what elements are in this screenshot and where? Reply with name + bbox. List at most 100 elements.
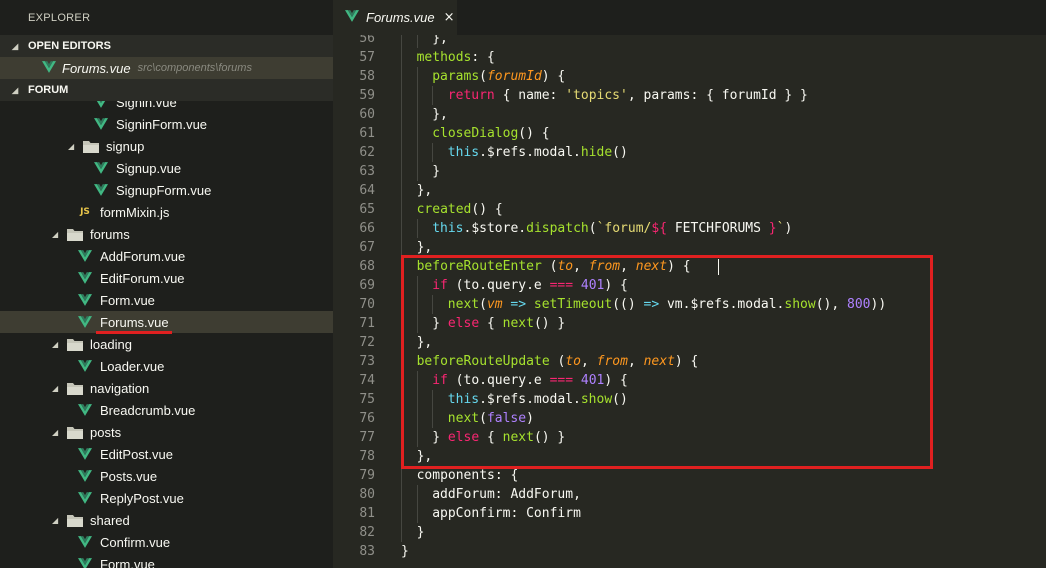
code-line[interactable]: 80 addForum: AddForum, — [333, 485, 1046, 504]
close-icon[interactable]: × — [444, 10, 455, 25]
file-item[interactable]: Loader.vue — [0, 355, 333, 377]
tree-item-label: SigninForm.vue — [116, 116, 208, 132]
file-item[interactable]: EditPost.vue — [0, 443, 333, 465]
file-item[interactable]: Forums.vue — [0, 311, 333, 333]
line-number: 79 — [359, 468, 375, 483]
folder-item[interactable]: ◢ shared — [0, 509, 333, 531]
line-number: 67 — [359, 240, 375, 255]
file-tree: Signin.vue SigninForm.vue ◢ signup Signup.vu… — [0, 101, 333, 568]
file-item[interactable]: AddForum.vue — [0, 245, 333, 267]
tree-item-label: Form.vue — [100, 556, 155, 568]
code-token: }, — [416, 240, 433, 255]
file-item[interactable]: JS formMixin.js — [0, 201, 333, 223]
code-line[interactable]: 61 closeDialog() { — [333, 124, 1046, 143]
code-token: dispatch — [526, 221, 589, 236]
line-number: 74 — [359, 373, 375, 388]
collapse-arrow-icon: ◢ — [12, 85, 19, 95]
indent-guide — [416, 67, 418, 86]
indent-guide — [401, 200, 402, 219]
code-text: params(forumId) { — [432, 67, 565, 86]
file-item[interactable]: Breadcrumb.vue — [0, 399, 333, 421]
line-number: 77 — [359, 430, 375, 445]
code-line[interactable]: 59 return { name: 'topics', params: { for… — [333, 86, 1046, 105]
folder-item[interactable]: ◢ signup — [0, 135, 333, 157]
code-line[interactable]: 63} — [333, 162, 1046, 181]
folder-item[interactable]: ◢ forums — [0, 223, 333, 245]
code-line[interactable]: 65 created() { — [333, 200, 1046, 219]
code-text: return { name: 'topics', params: { forum… — [448, 86, 808, 105]
folder-item[interactable]: ◢ posts — [0, 421, 333, 443]
code-line[interactable]: 56}, — [333, 35, 1046, 48]
tree-item-label: Loader.vue — [100, 358, 165, 374]
code-line[interactable]: 58 params(forumId) { — [333, 67, 1046, 86]
file-item[interactable]: Form.vue — [0, 553, 333, 568]
code-line[interactable]: 81 appConfirm: Confirm — [333, 504, 1046, 523]
explorer-sidebar: EXPLORER ◢ OPEN EDITORS Forums.vue src\c… — [0, 0, 333, 568]
folder-icon — [64, 421, 86, 443]
code-token: ) — [784, 221, 793, 236]
code-token: components: { — [416, 468, 519, 483]
folder-item[interactable]: ◢ loading — [0, 333, 333, 355]
code-token: , params: { forumId } } — [627, 88, 808, 103]
tab-forums-vue[interactable]: Forums.vue × — [333, 0, 457, 35]
collapse-arrow-icon: ◢ — [12, 41, 19, 51]
file-item[interactable]: Posts.vue — [0, 465, 333, 487]
line-number: 76 — [359, 411, 375, 426]
file-item[interactable]: Signup.vue — [0, 157, 333, 179]
file-item[interactable]: ReplyPost.vue — [0, 487, 333, 509]
folder-header-forum[interactable]: ◢ FORUM — [0, 79, 333, 101]
code-line[interactable]: 82} — [333, 523, 1046, 542]
tree-item-label: signup — [106, 138, 145, 154]
code-token: closeDialog — [432, 126, 519, 141]
collapse-arrow-icon: ◢ — [52, 515, 59, 525]
js-icon: JS — [80, 207, 90, 217]
code-line[interactable]: 60}, — [333, 105, 1046, 124]
code-token: this — [432, 221, 464, 236]
vue-icon — [74, 267, 96, 289]
file-item[interactable]: EditForum.vue — [0, 267, 333, 289]
folder-icon — [64, 509, 86, 531]
indent-guide — [401, 162, 402, 181]
folder-label: FORUM — [28, 84, 69, 96]
code-token: hide — [580, 145, 613, 160]
code-editor[interactable]: 56}, 57 methods: {58 params(forumId) {59 ret… — [333, 35, 1046, 568]
line-number: 59 — [359, 88, 375, 103]
file-item[interactable]: Form.vue — [0, 289, 333, 311]
line-number: 56 — [359, 35, 375, 46]
code-token: .$refs.modal. — [479, 145, 581, 160]
folder-item[interactable]: ◢ navigation — [0, 377, 333, 399]
file-item[interactable]: Signin.vue — [0, 101, 333, 113]
vue-icon — [74, 487, 96, 509]
indent-guide — [401, 48, 402, 67]
file-item[interactable]: SignupForm.vue — [0, 179, 333, 201]
file-item[interactable]: Confirm.vue — [0, 531, 333, 553]
tree-item-label: Breadcrumb.vue — [100, 402, 196, 418]
indent-guide — [416, 485, 418, 504]
indent-guide — [416, 35, 418, 48]
code-token: 'topics' — [565, 88, 628, 103]
line-number: 65 — [359, 202, 375, 217]
code-token: }, — [416, 183, 433, 198]
line-number: 58 — [359, 69, 375, 84]
file-item[interactable]: SigninForm.vue — [0, 113, 333, 135]
open-editor-forums-vue[interactable]: Forums.vue src\components\forums — [0, 57, 333, 79]
code-token: appConfirm: Confirm — [432, 506, 581, 521]
code-line[interactable]: 66 this.$store.dispatch(`forum/${ FETCHFO… — [333, 219, 1046, 238]
indent-guide — [401, 485, 402, 504]
code-line[interactable]: 57 methods: { — [333, 48, 1046, 67]
open-editors-header[interactable]: ◢ OPEN EDITORS — [0, 35, 333, 57]
tree-item-label: Posts.vue — [100, 468, 158, 484]
code-line[interactable]: 83} — [333, 542, 1046, 561]
code-text: } — [417, 523, 425, 542]
line-number: 61 — [359, 126, 375, 141]
code-token: ( — [588, 221, 597, 236]
code-text: }, — [432, 105, 448, 124]
line-number: 80 — [359, 487, 375, 502]
vue-icon — [74, 399, 96, 421]
code-line[interactable]: 62 this.$refs.modal.hide() — [333, 143, 1046, 162]
line-number: 73 — [359, 354, 375, 369]
line-number: 70 — [359, 297, 375, 312]
code-line[interactable]: 64}, — [333, 181, 1046, 200]
tree-item-label: EditForum.vue — [100, 270, 185, 286]
code-token: methods — [416, 50, 472, 65]
